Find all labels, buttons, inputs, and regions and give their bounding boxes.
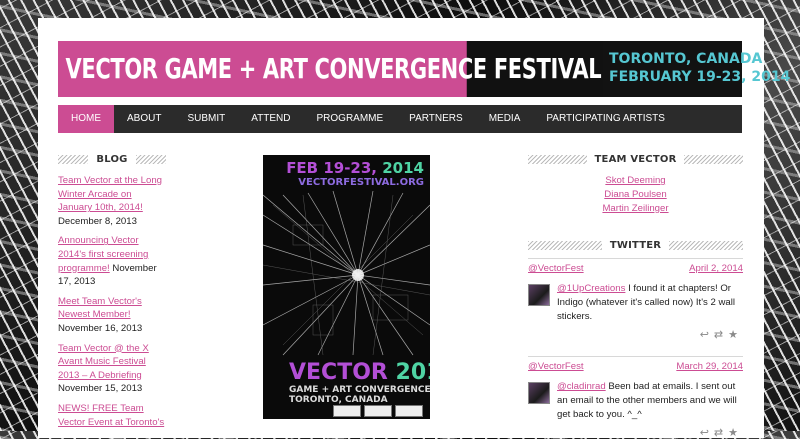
divider — [528, 258, 743, 259]
nav-submit[interactable]: SUBMIT — [174, 105, 238, 133]
divider — [528, 356, 743, 357]
team-member-link[interactable]: Diana Poulsen — [528, 188, 743, 202]
avatar[interactable] — [528, 382, 550, 404]
favorite-icon[interactable]: ★ — [728, 427, 743, 439]
blog-post-link[interactable]: Team Vector @ the X Avant Music Festival… — [58, 343, 149, 381]
reply-icon[interactable]: ↩ — [700, 329, 714, 341]
nav-about[interactable]: ABOUT — [114, 105, 174, 133]
tweet: @VectorFest March 29, 2014 @cladinrad Be… — [528, 360, 743, 439]
nav-media[interactable]: MEDIA — [476, 105, 534, 133]
list-item: Announcing Vector 2014's first screening… — [58, 234, 166, 288]
tweet-date[interactable]: March 29, 2014 — [676, 360, 743, 374]
nav-participating-artists[interactable]: PARTICIPATING ARTISTS — [533, 105, 678, 133]
blog-post-date: November 16, 2013 — [58, 322, 143, 334]
blog-post-link[interactable]: Team Vector at the Long Winter Arcade on… — [58, 175, 162, 213]
site-title[interactable]: VECTOR GAME + ART CONVERGENCE FESTIVAL — [58, 41, 602, 97]
list-item: Meet Team Vector's Newest Member! Novemb… — [58, 295, 166, 336]
nav-programme[interactable]: PROGRAMME — [304, 105, 397, 133]
team-member-link[interactable]: Skot Deeming — [528, 174, 743, 188]
tweet-date[interactable]: April 2, 2014 — [689, 262, 743, 276]
tweet-actions: ↩⇄★ — [528, 426, 743, 439]
tweet-handle[interactable]: @VectorFest — [528, 360, 584, 374]
blog-post-link[interactable]: Meet Team Vector's Newest Member! — [58, 296, 142, 321]
avatar[interactable] — [528, 284, 550, 306]
blog-post-date: November 15, 2013 — [58, 383, 143, 395]
festival-location-dates: TORONTO, CANADA FEBRUARY 19-23, 2014 — [603, 41, 791, 97]
main-nav: HOME ABOUT SUBMIT ATTEND PROGRAMME PARTN… — [58, 105, 742, 133]
blog-post-link[interactable]: NEWS! FREE Team Vector Event at Toronto'… — [58, 403, 164, 428]
team-heading: TEAM VECTOR — [528, 152, 743, 166]
poster-subtitle: GAME + ART CONVERGENCE — [289, 385, 430, 395]
list-item: NEWS! FREE Team Vector Event at Toronto'… — [58, 402, 166, 429]
festival-poster[interactable]: FEB 19-23, 2014 VECTORFESTIVAL.ORG VECTO… — [263, 155, 430, 419]
nav-attend[interactable]: ATTEND — [238, 105, 303, 133]
festival-location: TORONTO, CANADA — [609, 51, 763, 67]
retweet-icon[interactable]: ⇄ — [714, 427, 728, 439]
team-list: Skot Deeming Diana Poulsen Martin Zeilin… — [528, 174, 743, 216]
list-item: Team Vector at the Long Winter Arcade on… — [58, 174, 166, 228]
twitter-heading: TWITTER — [528, 238, 744, 252]
favorite-icon[interactable]: ★ — [728, 329, 743, 341]
tweet-actions: ↩⇄★ — [528, 328, 743, 341]
tweet-mention[interactable]: @1UpCreations — [557, 283, 625, 294]
blog-list: Team Vector at the Long Winter Arcade on… — [58, 174, 166, 435]
reply-icon[interactable]: ↩ — [700, 427, 714, 439]
retweet-icon[interactable]: ⇄ — [714, 329, 728, 341]
tweet-handle[interactable]: @VectorFest — [528, 262, 584, 276]
nav-partners[interactable]: PARTNERS — [396, 105, 476, 133]
poster-sponsor-logos — [333, 405, 423, 417]
festival-dates: FEBRUARY 19-23, 2014 — [609, 69, 791, 85]
list-item: Team Vector @ the X Avant Music Festival… — [58, 342, 166, 396]
poster-title: VECTOR 2014 — [289, 360, 430, 385]
tweet-mention[interactable]: @cladinrad — [557, 381, 606, 392]
nav-home[interactable]: HOME — [58, 105, 114, 133]
page-content: VECTOR GAME + ART CONVERGENCE FESTIVAL T… — [38, 18, 791, 439]
blog-post-date: December 8, 2013 — [58, 215, 137, 227]
blog-heading: BLOG — [58, 152, 166, 166]
tweet: @VectorFest April 2, 2014 @1UpCreations … — [528, 262, 743, 341]
poster-website: VECTORFESTIVAL.ORG — [298, 177, 424, 188]
poster-dates: FEB 19-23, 2014 — [286, 159, 424, 177]
header-banner[interactable]: VECTOR GAME + ART CONVERGENCE FESTIVAL T… — [58, 41, 791, 97]
team-member-link[interactable]: Martin Zeilinger — [528, 202, 743, 216]
poster-city: TORONTO, CANADA — [289, 395, 388, 405]
